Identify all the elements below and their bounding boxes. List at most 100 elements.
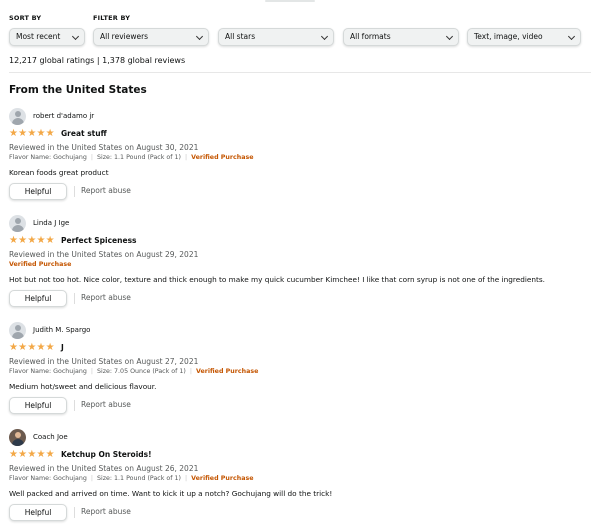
stars-select-value: All stars [225, 32, 256, 41]
helpful-button[interactable]: Helpful [9, 504, 67, 521]
size-info: Size: 7.05 Ounce (Pack of 1) [97, 368, 186, 375]
review-date: Reviewed in the United States on August … [9, 143, 199, 152]
review-date: Reviewed in the United States on August … [9, 464, 199, 473]
user-photo-avatar [9, 429, 26, 446]
variant-info: Verified Purchase [9, 260, 589, 270]
flavor-name[interactable]: Flavor Name: Gochujang [9, 154, 87, 161]
global-ratings-summary: 12,217 global ratings | 1,378 global rev… [9, 56, 186, 65]
stars-select[interactable]: All stars [218, 28, 334, 46]
filter-by-label: FILTER BY [93, 14, 131, 22]
verified-purchase-badge: Verified Purchase [9, 261, 72, 268]
default-avatar-icon [9, 322, 26, 339]
star-icon: ★ [36, 342, 46, 353]
review-title[interactable]: Ketchup On Steroids! [61, 450, 152, 459]
reviewer-name: robert d'adamo jr [33, 112, 95, 120]
review-date: Reviewed in the United States on August … [9, 357, 199, 366]
star-icon: ★ [45, 128, 55, 139]
report-abuse-link[interactable]: Report abuse [81, 507, 131, 516]
chevron-down-icon [320, 32, 329, 41]
reviewer-name: Coach Joe [33, 433, 68, 441]
star-icon: ★ [18, 235, 28, 246]
reviewers-select[interactable]: All reviewers [93, 28, 209, 46]
variant-info: Flavor Name: Gochujang | Size: 7.05 Ounce … [9, 368, 259, 375]
star-rating: ★ ★ ★ ★ ★ [9, 342, 55, 353]
chevron-down-icon [195, 32, 204, 41]
star-icon: ★ [18, 342, 28, 353]
action-separator [74, 186, 75, 197]
reviewer-profile[interactable]: Linda J Ige [9, 215, 589, 233]
star-icon: ★ [9, 128, 18, 139]
chevron-down-icon [567, 32, 576, 41]
star-icon: ★ [18, 449, 28, 460]
top-handle-line [265, 0, 315, 2]
action-separator [74, 400, 75, 411]
star-icon: ★ [9, 235, 18, 246]
reviewer-profile[interactable]: robert d'adamo jr [9, 108, 589, 126]
action-separator [74, 507, 75, 518]
report-abuse-link[interactable]: Report abuse [81, 186, 131, 195]
review-card: robert d'adamo jr ★ ★ ★ ★ ★ Great stuff Revi… [9, 108, 589, 201]
star-rating: ★ ★ ★ ★ ★ [9, 235, 55, 246]
media-type-select[interactable]: Text, image, video [467, 28, 581, 46]
flavor-name[interactable]: Flavor Name: Gochujang [9, 368, 87, 375]
divider [9, 72, 591, 73]
star-icon: ★ [45, 342, 55, 353]
flavor-name[interactable]: Flavor Name: Gochujang [9, 475, 87, 482]
review-title[interactable]: Great stuff [61, 129, 107, 138]
helpful-button[interactable]: Helpful [9, 290, 67, 307]
default-avatar-icon [9, 215, 26, 232]
action-separator [74, 293, 75, 304]
star-icon: ★ [27, 449, 37, 460]
sort-select[interactable]: Most recent [9, 28, 85, 46]
review-card: Judith M. Spargo ★ ★ ★ ★ ★ J Reviewed in the… [9, 322, 589, 415]
size-info: Size: 1.1 Pound (Pack of 1) [97, 475, 181, 482]
chevron-down-icon [71, 32, 80, 41]
review-title[interactable]: Perfect Spiceness [61, 236, 137, 245]
star-icon: ★ [9, 342, 18, 353]
variant-info: Flavor Name: Gochujang | Size: 1.1 Pound (… [9, 154, 254, 161]
verified-purchase-badge: Verified Purchase [195, 368, 259, 375]
helpful-button[interactable]: Helpful [9, 397, 67, 414]
reviewers-select-value: All reviewers [100, 32, 149, 41]
media-select-value: Text, image, video [474, 32, 543, 41]
reviewer-name: Linda J Ige [33, 219, 70, 227]
variant-info: Flavor Name: Gochujang | Size: 1.1 Pound (… [9, 475, 254, 482]
chevron-down-icon [445, 32, 454, 41]
star-icon: ★ [45, 235, 55, 246]
formats-select-value: All formats [350, 32, 391, 41]
verified-purchase-badge: Verified Purchase [191, 475, 254, 482]
review-date: Reviewed in the United States on August … [9, 250, 199, 259]
review-body: Hot but not too hot. Nice color, texture… [9, 275, 545, 284]
star-icon: ★ [27, 235, 37, 246]
review-body: Medium hot/sweet and delicious flavour. [9, 382, 157, 391]
review-body: Korean foods great product [9, 168, 109, 177]
review-card: Linda J Ige ★ ★ ★ ★ ★ Perfect Spiceness Revi… [9, 215, 589, 308]
star-icon: ★ [36, 449, 46, 460]
review-card: Coach Joe ★ ★ ★ ★ ★ Ketchup On Steroids! Rev… [9, 429, 589, 522]
star-icon: ★ [36, 128, 46, 139]
size-info: Size: 1.1 Pound (Pack of 1) [97, 154, 181, 161]
report-abuse-link[interactable]: Report abuse [81, 293, 131, 302]
review-body: Well packed and arrived on time. Want to… [9, 489, 333, 498]
verified-purchase-badge: Verified Purchase [191, 154, 254, 161]
helpful-button[interactable]: Helpful [9, 183, 67, 200]
default-avatar-icon [9, 108, 26, 125]
reviewer-profile[interactable]: Coach Joe [9, 429, 589, 447]
star-icon: ★ [36, 235, 46, 246]
star-rating: ★ ★ ★ ★ ★ [9, 128, 55, 139]
sort-by-label: SORT BY [9, 14, 42, 22]
review-title[interactable]: J [61, 343, 64, 352]
star-icon: ★ [27, 342, 37, 353]
formats-select[interactable]: All formats [343, 28, 459, 46]
star-rating: ★ ★ ★ ★ ★ [9, 449, 55, 460]
report-abuse-link[interactable]: Report abuse [81, 400, 131, 409]
section-title: From the United States [9, 84, 147, 96]
star-icon: ★ [18, 128, 28, 139]
star-icon: ★ [27, 128, 37, 139]
reviewer-profile[interactable]: Judith M. Spargo [9, 322, 589, 340]
star-icon: ★ [9, 449, 18, 460]
review-filters: SORT BY FILTER BY Most recent All review… [9, 14, 592, 54]
sort-select-value: Most recent [16, 32, 61, 41]
reviewer-name: Judith M. Spargo [33, 326, 91, 334]
star-icon: ★ [45, 449, 55, 460]
